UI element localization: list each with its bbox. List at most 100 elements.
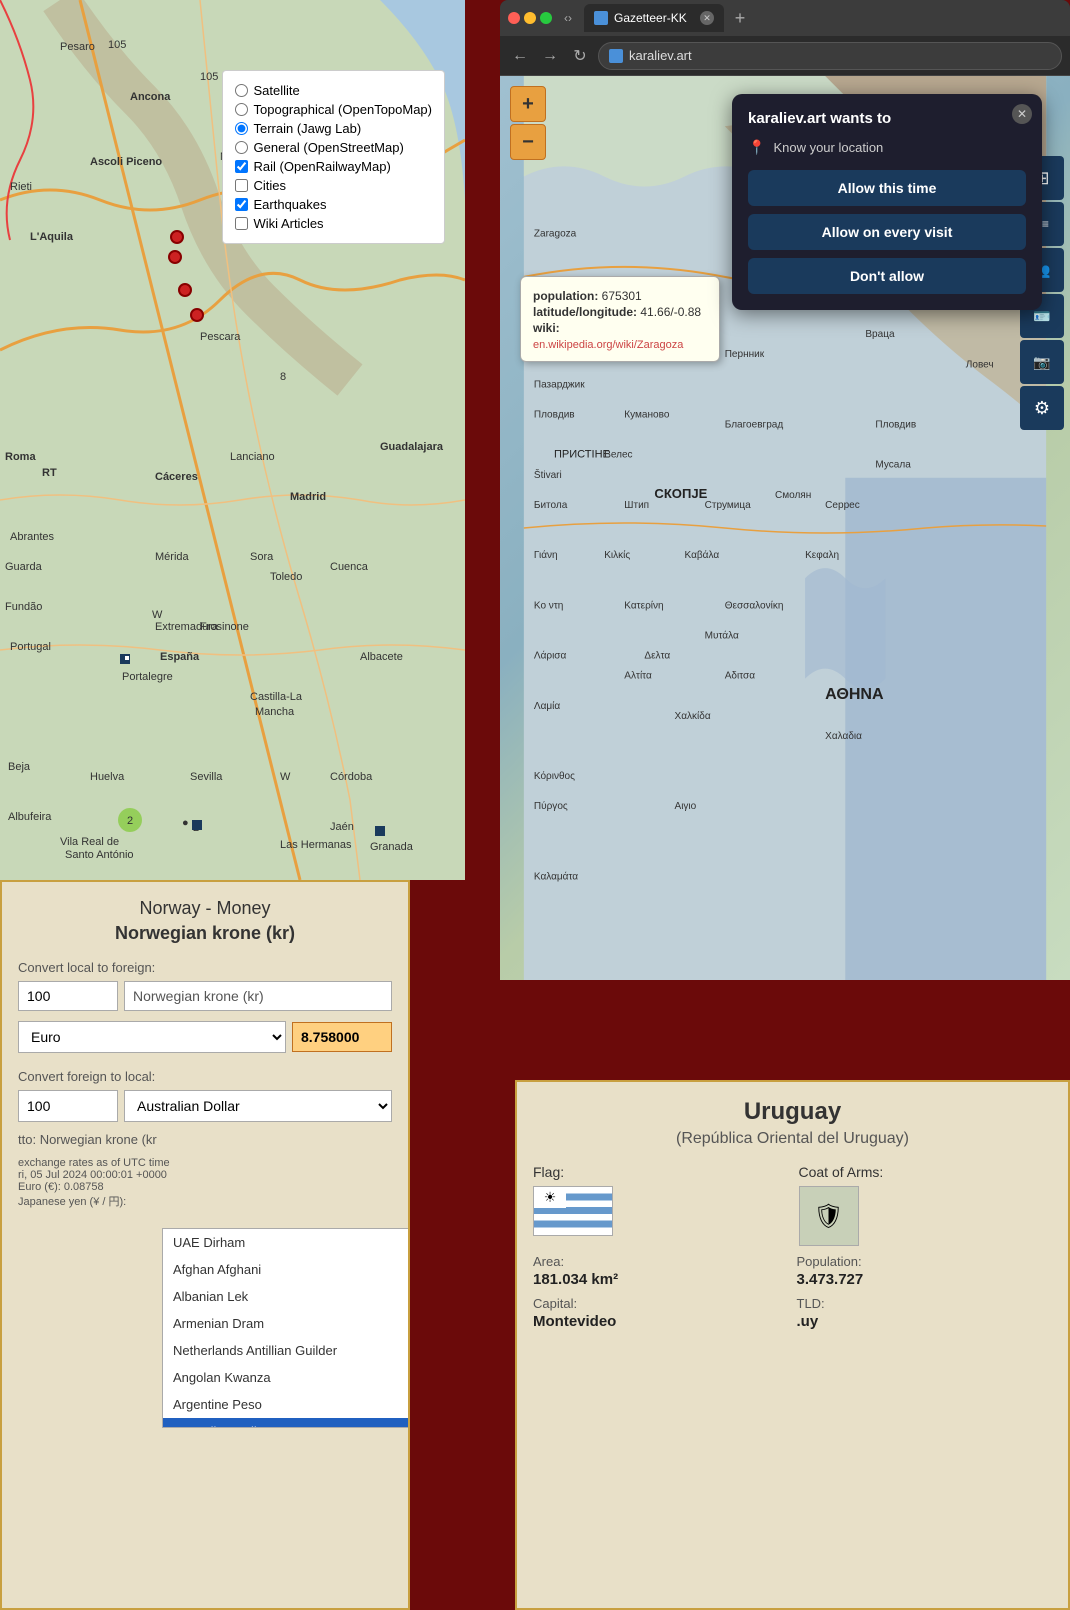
money-title: Norway - Money — [18, 898, 392, 919]
satellite-option[interactable]: Satellite — [235, 83, 433, 98]
tld-label: TLD: — [797, 1296, 1053, 1311]
topographical-option[interactable]: Topographical (OpenTopoMap) — [235, 102, 433, 117]
foreign-to-local-inputs: Australian Dollar — [18, 1090, 392, 1122]
svg-text:Μυτάλα: Μυτάλα — [705, 629, 739, 641]
svg-text:Пловдив: Пловдив — [875, 420, 916, 431]
dropdown-item-afghan[interactable]: Afghan Afghani — [163, 1256, 410, 1283]
svg-text:Madrid: Madrid — [290, 491, 326, 503]
svg-text:Λάρισα: Λάρισα — [534, 650, 567, 662]
cities-option[interactable]: Cities — [235, 178, 433, 193]
svg-text:Santo António: Santo António — [65, 849, 134, 861]
foreign-amount-input[interactable] — [18, 1090, 118, 1122]
svg-text:Albacete: Albacete — [360, 651, 403, 663]
population-label: population: — [533, 289, 598, 303]
permission-popup: ✕ karaliev.art wants to 📍 Know your loca… — [732, 94, 1042, 310]
location-text: Know your location — [773, 140, 883, 155]
dropdown-item-antillian[interactable]: Netherlands Antillian Guilder — [163, 1337, 410, 1364]
wiki-label: wiki: — [533, 321, 560, 335]
dropdown-item-albanian[interactable]: Albanian Lek — [163, 1283, 410, 1310]
population-value: 675301 — [602, 289, 642, 303]
local-amount-input[interactable] — [18, 981, 118, 1011]
svg-text:Huelva: Huelva — [90, 771, 125, 783]
svg-text:Κατερίνη: Κατερίνη — [624, 599, 663, 611]
svg-text:8: 8 — [280, 371, 286, 383]
local-to-foreign-label: Convert local to foreign: — [18, 960, 392, 975]
earthquake-marker — [178, 283, 192, 297]
uruguay-title: Uruguay — [533, 1098, 1052, 1126]
svg-text:Toledo: Toledo — [270, 571, 302, 583]
dropdown-item-angolan[interactable]: Angolan Kwanza — [163, 1364, 410, 1391]
svg-text:Ancona: Ancona — [130, 91, 171, 103]
forward-button[interactable]: → — [538, 44, 562, 68]
active-tab[interactable]: Gazetteer-KK ✕ — [584, 4, 724, 32]
svg-text:Jaén: Jaén — [330, 821, 354, 833]
close-tab-btn[interactable]: ✕ — [700, 11, 714, 25]
maximize-window-btn[interactable] — [540, 12, 552, 24]
uruguay-info: Uruguay (República Oriental del Uruguay)… — [515, 1080, 1070, 1610]
browser-zoom-controls: + − — [510, 86, 546, 160]
url-text: karaliev.art — [629, 48, 692, 63]
area-cell: Area: 181.034 km² — [533, 1254, 789, 1288]
capital-label: Capital: — [533, 1296, 789, 1311]
svg-text:Смолян: Смолян — [775, 490, 811, 501]
allow-every-visit-button[interactable]: Allow on every visit — [748, 214, 1026, 250]
tab-bar: ‹› Gazetteer-KK ✕ + — [500, 0, 1070, 36]
dropdown-item-armenian[interactable]: Armenian Dram — [163, 1310, 410, 1337]
svg-text:Beja: Beja — [8, 761, 31, 773]
population-cell: Population: 3.473.727 — [797, 1254, 1053, 1288]
svg-text:Cuenca: Cuenca — [330, 561, 369, 573]
rail-option[interactable]: Rail (OpenRailwayMap) — [235, 159, 433, 174]
close-window-btn[interactable] — [508, 12, 520, 24]
svg-text:Αδιτσα: Αδιτσα — [725, 671, 756, 682]
reload-button[interactable]: ↻ — [568, 44, 592, 68]
map-layer-controls: Satellite Topographical (OpenTopoMap) Te… — [222, 70, 446, 244]
svg-text:Lanciano: Lanciano — [230, 451, 275, 463]
minimize-window-btn[interactable] — [524, 12, 536, 24]
money-subtitle: Norwegian krone (kr) — [18, 923, 392, 944]
dropdown-item-argentine[interactable]: Argentine Peso — [163, 1391, 410, 1418]
terrain-option[interactable]: Terrain (Jawg Lab) — [235, 121, 433, 136]
svg-text:Portalegre: Portalegre — [122, 671, 173, 683]
svg-text:Мусала: Мусала — [875, 460, 911, 471]
to-local-label: tto: Norwegian krone (kr — [18, 1132, 392, 1147]
uruguay-subtitle: (República Oriental del Uruguay) — [533, 1130, 1052, 1148]
camera-tool-btn[interactable]: 📷 — [1020, 340, 1064, 384]
svg-text:W: W — [280, 771, 291, 783]
svg-text:Αιγιο: Αιγιο — [675, 801, 697, 812]
browser-zoom-out[interactable]: − — [510, 124, 546, 160]
svg-text:Pescara: Pescara — [200, 331, 241, 343]
svg-text:Куманово: Куманово — [624, 410, 670, 421]
dont-allow-button[interactable]: Don't allow — [748, 258, 1026, 294]
dropdown-item-australian[interactable]: Australian Dollar — [163, 1418, 410, 1428]
svg-text:Πύργος: Πύργος — [534, 800, 568, 812]
address-bar[interactable]: karaliev.art — [598, 42, 1062, 70]
local-currency-select[interactable]: Euro — [18, 1021, 286, 1053]
back-button[interactable]: ← — [508, 44, 532, 68]
popup-title: karaliev.art wants to — [748, 110, 1026, 127]
svg-text:Guadalajara: Guadalajara — [380, 441, 444, 453]
wiki-link[interactable]: en.wikipedia.org/wiki/Zaragoza — [533, 339, 683, 351]
earthquakes-option[interactable]: Earthquakes — [235, 197, 433, 212]
zaragoza-popup: population: 675301 latitude/longitude: 4… — [520, 276, 720, 362]
capital-cell: Capital: Montevideo — [533, 1296, 789, 1330]
openstreetmap-option[interactable]: General (OpenStreetMap) — [235, 140, 433, 155]
foreign-to-local-label: Convert foreign to local: — [18, 1069, 392, 1084]
settings-tool-btn[interactable]: ⚙ — [1020, 386, 1064, 430]
local-select-row: Euro 8.758000 — [18, 1021, 392, 1053]
svg-text:Ascoli Piceno: Ascoli Piceno — [90, 156, 162, 168]
svg-text:Пернник: Пернник — [725, 349, 765, 360]
main-map[interactable]: Pesaro Ancona Macerata Rieti L'Aquila As… — [0, 0, 465, 880]
browser-zoom-in[interactable]: + — [510, 86, 546, 122]
area-value: 181.034 km² — [533, 1271, 789, 1288]
svg-text:Albufeira: Albufeira — [8, 811, 52, 823]
wiki-articles-option[interactable]: Wiki Articles — [235, 216, 433, 231]
svg-text:Zaragoza: Zaragoza — [534, 229, 577, 240]
allow-this-time-button[interactable]: Allow this time — [748, 170, 1026, 206]
dropdown-item-uae[interactable]: UAE Dirham — [163, 1229, 410, 1256]
foreign-currency-select[interactable]: Australian Dollar — [124, 1090, 392, 1122]
svg-text:Κεφαλη: Κεφαλη — [805, 550, 839, 561]
svg-text:Αλτίτα: Αλτίτα — [624, 670, 652, 682]
new-tab-button[interactable]: + — [728, 6, 752, 30]
close-popup-btn[interactable]: ✕ — [1012, 104, 1032, 124]
svg-text:Mérida: Mérida — [155, 551, 190, 563]
